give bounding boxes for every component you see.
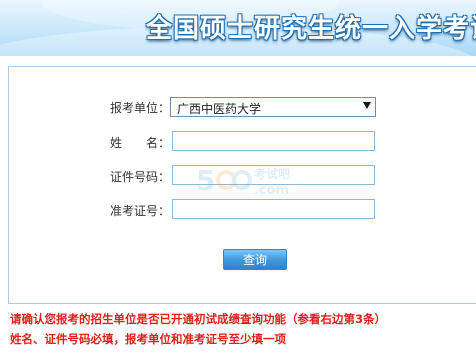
svg-text:5: 5 (196, 164, 215, 197)
notice-line-2: 姓名、证件号码必填，报考单位和准考证号至少填一项 (10, 332, 286, 346)
chevron-down-icon (363, 102, 371, 109)
unit-select[interactable]: 广西中医药大学 (170, 97, 376, 117)
ticket-number-label: 准考证号： (110, 204, 171, 218)
name-label: 姓 名： (110, 136, 171, 150)
unit-select-value: 广西中医药大学 (177, 102, 262, 116)
id-number-label: 证件号码： (110, 170, 171, 184)
banner-title: 全国硕士研究生统一入学考试 (146, 14, 476, 44)
unit-label: 报考单位： (110, 101, 171, 115)
query-page: 全国硕士研究生统一入学考试 报考单位： 广西中医药大学 姓 名： 证件号码： 准… (0, 0, 476, 353)
watermark-logo: 5 考试吧 .com (196, 164, 290, 198)
query-button[interactable]: 查询 (223, 249, 287, 270)
svg-text:考试吧: 考试吧 (254, 166, 290, 181)
notice-line-1: 请确认您报考的招生单位是否已开通初试成绩查询功能（参看右边第3条） (10, 312, 386, 326)
ticket-number-input[interactable] (172, 199, 375, 219)
header-banner: 全国硕士研究生统一入学考试 (0, 0, 476, 56)
name-input[interactable] (172, 131, 375, 151)
svg-text:.com: .com (254, 183, 289, 198)
